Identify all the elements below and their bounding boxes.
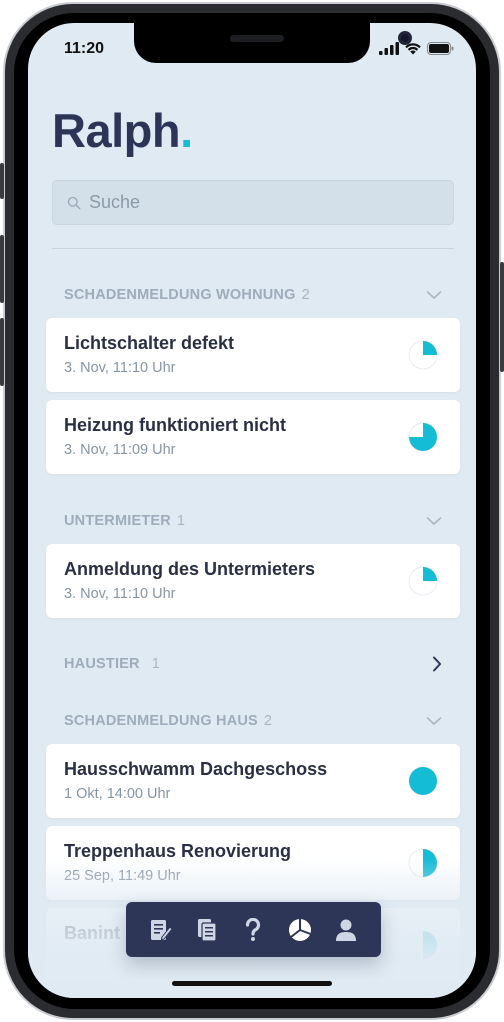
section-count: 1 xyxy=(151,656,160,672)
section-title: SCHADENMELDUNG WOHNUNG xyxy=(64,287,296,303)
item-title: Heizung funktioniert nicht xyxy=(64,415,286,435)
home-indicator xyxy=(172,981,332,986)
progress-pie-icon xyxy=(408,566,438,596)
pie-fill xyxy=(423,931,437,959)
tab-requests[interactable] xyxy=(144,913,178,947)
screen: 11:20 Ralph. Suche SCHADENMELDUNG WOHNUN… xyxy=(28,23,476,998)
mute-switch xyxy=(0,163,4,199)
volume-down-button xyxy=(0,318,4,386)
section-count: 2 xyxy=(263,713,273,729)
edit-document-icon xyxy=(151,919,173,940)
progress-pie-icon xyxy=(408,766,438,796)
list-item[interactable]: Lichtschalter defekt 3. Nov, 11:10 Uhr xyxy=(46,318,460,392)
list-item[interactable]: Hausschwamm Dachgeschoss 1 Okt, 14:00 Uh… xyxy=(46,744,460,818)
item-date: 3. Nov, 11:09 Uhr xyxy=(64,442,176,458)
item-title: Anmeldung des Untermieters xyxy=(64,559,316,579)
search-icon xyxy=(67,196,81,210)
tab-documents[interactable] xyxy=(190,913,224,947)
chevron-down-icon[interactable] xyxy=(426,290,442,300)
volume-up-button xyxy=(0,235,4,303)
notch xyxy=(134,23,412,63)
battery-icon xyxy=(427,42,454,55)
progress-pie-icon xyxy=(408,930,438,960)
progress-pie-icon xyxy=(408,422,438,452)
section-count: 1 xyxy=(176,513,186,529)
section-header-schadenmeldung-wohnung[interactable]: SCHADENMELDUNG WOHNUNG 2 xyxy=(64,283,442,307)
pie-fill xyxy=(409,767,437,795)
tab-bar xyxy=(126,902,381,957)
item-date: 3. Nov, 11:10 Uhr xyxy=(64,586,176,602)
section-title: SCHADENMELDUNG HAUS xyxy=(64,713,258,729)
power-button xyxy=(500,262,504,372)
pie-fill xyxy=(423,567,437,581)
progress-pie-icon xyxy=(408,340,438,370)
search-input[interactable]: Suche xyxy=(52,180,454,225)
search-placeholder: Suche xyxy=(89,192,141,212)
section-header-untermieter[interactable]: UNTERMIETER 1 xyxy=(64,509,442,533)
item-title: Hausschwamm Dachgeschoss xyxy=(64,759,328,779)
documents-icon xyxy=(198,918,217,942)
pie-fill xyxy=(423,341,437,355)
tab-overview[interactable] xyxy=(283,913,317,947)
status-icons xyxy=(379,42,454,55)
status-time: 11:20 xyxy=(64,40,105,57)
item-date: 1 Okt, 14:00 Uhr xyxy=(64,786,171,802)
app-title-text: Ralph xyxy=(52,104,181,157)
tab-help[interactable] xyxy=(236,913,270,947)
pie-chart-icon xyxy=(288,918,311,941)
chevron-down-icon[interactable] xyxy=(426,716,442,726)
earpiece-speaker xyxy=(230,35,284,42)
divider xyxy=(52,248,454,249)
section-header-schadenmeldung-haus[interactable]: SCHADENMELDUNG HAUS 2 xyxy=(64,709,442,733)
app-title: Ralph. xyxy=(52,103,193,158)
wifi-icon xyxy=(405,43,421,55)
item-date: 25 Sep, 11:49 Uhr xyxy=(64,868,181,884)
section-title: UNTERMIETER xyxy=(64,513,171,529)
progress-pie-icon xyxy=(408,848,438,878)
item-title: Banint xyxy=(64,923,120,943)
tab-profile[interactable] xyxy=(329,913,363,947)
list-item[interactable]: Heizung funktioniert nicht 3. Nov, 11:09… xyxy=(46,400,460,474)
item-title: Lichtschalter defekt xyxy=(64,333,235,353)
chevron-right-icon[interactable] xyxy=(432,656,442,672)
list-item[interactable]: Anmeldung des Untermieters 3. Nov, 11:10… xyxy=(46,544,460,618)
section-title: HAUSTIER xyxy=(64,656,140,672)
item-date: 3. Nov, 11:10 Uhr xyxy=(64,360,176,376)
item-title: Treppenhaus Renovierung xyxy=(64,841,292,861)
cellular-signal-icon xyxy=(379,42,399,55)
section-header-haustier[interactable]: HAUSTIER 1 xyxy=(64,652,442,676)
section-count: 2 xyxy=(301,287,310,303)
user-icon xyxy=(335,919,356,941)
pie-fill xyxy=(423,849,437,877)
help-icon xyxy=(246,917,261,941)
chevron-down-icon[interactable] xyxy=(426,516,442,526)
list-item[interactable]: Treppenhaus Renovierung 25 Sep, 11:49 Uh… xyxy=(46,826,460,900)
app-title-dot: . xyxy=(180,104,193,157)
